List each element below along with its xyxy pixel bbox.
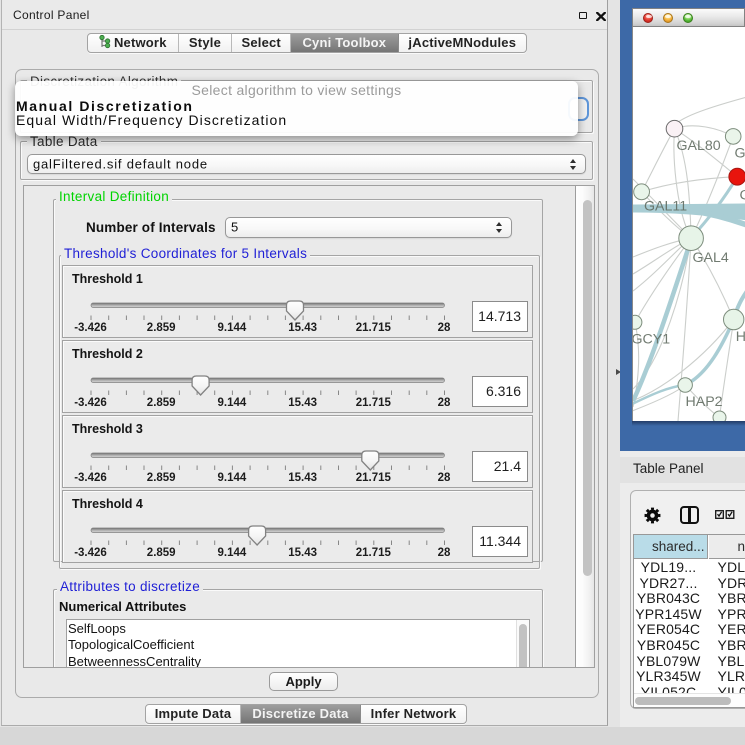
svg-text:GAL11: GAL11 [644, 198, 687, 214]
svg-text:GCY1: GCY1 [633, 331, 670, 347]
svg-text:GAL4: GAL4 [692, 250, 728, 266]
svg-text:H: H [735, 329, 745, 345]
svg-text:GA: GA [734, 145, 745, 161]
svg-text:C: C [739, 187, 745, 203]
svg-text:HAP2: HAP2 [685, 394, 722, 410]
svg-text:GAL80: GAL80 [676, 138, 720, 154]
